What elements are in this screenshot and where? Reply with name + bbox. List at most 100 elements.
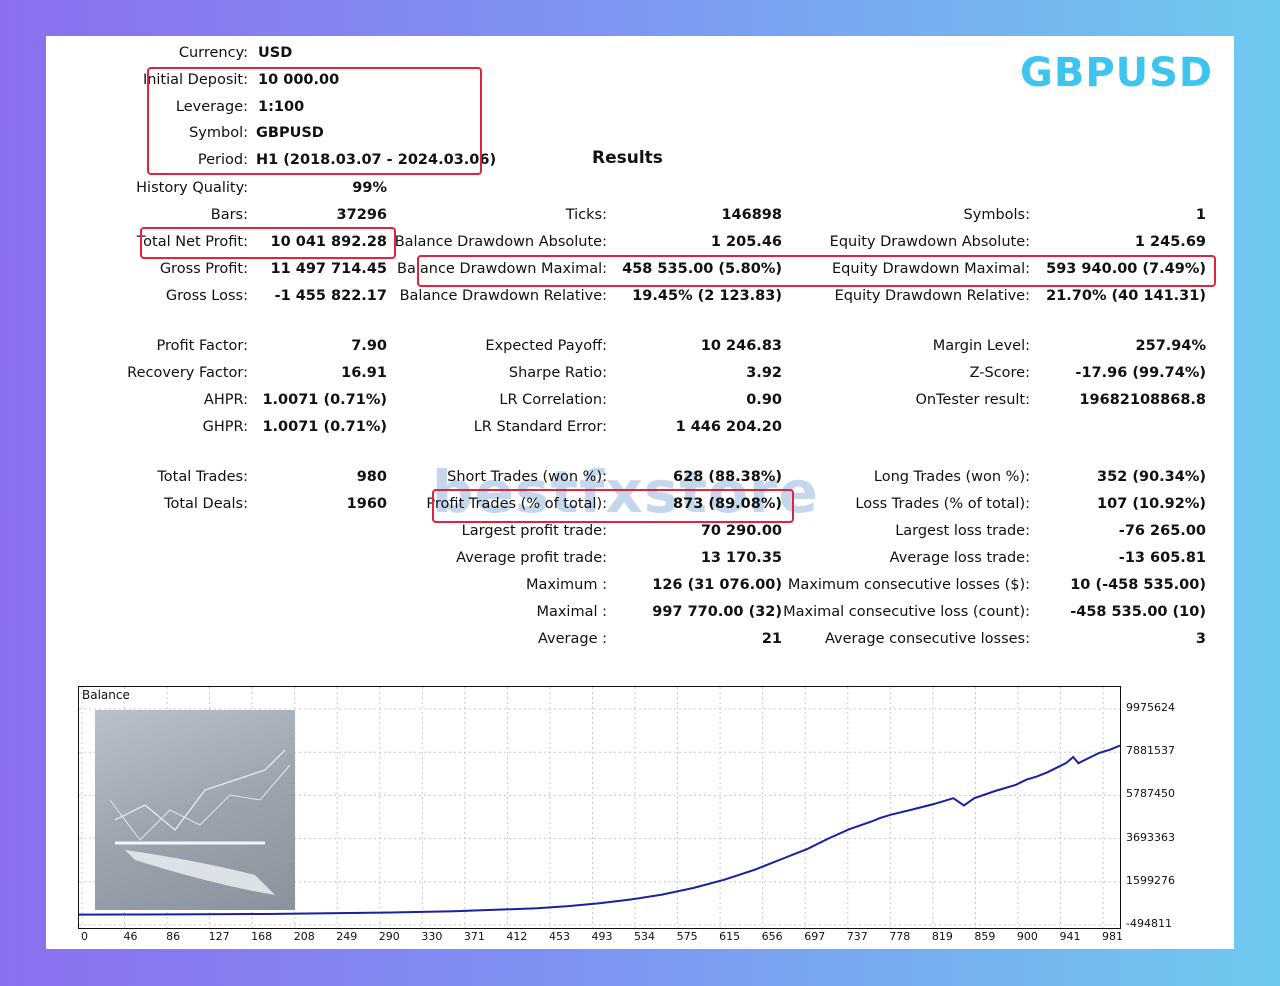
long-trades-value: 352 (90.34%)	[1097, 469, 1206, 485]
gross-profit-label: Gross Profit:	[159, 261, 248, 277]
x-tick-label: 493	[591, 930, 613, 943]
max-consecutive-wins-value: 126 (31 076.00)	[652, 577, 782, 593]
maximal-consecutive-loss-label: Maximal consecutive loss (count):	[783, 604, 1030, 620]
long-trades-label: Long Trades (won %):	[873, 469, 1030, 485]
largest-profit-trade-label: Largest profit trade:	[461, 523, 607, 539]
expected-payoff-value: 10 246.83	[700, 338, 782, 354]
average-consecutive-wins-value: 21	[761, 631, 782, 647]
lr-correlation-label: LR Correlation:	[499, 392, 607, 408]
recovery-factor-value: 16.91	[341, 365, 387, 381]
gross-loss-label: Gross Loss:	[165, 288, 248, 304]
margin-level-value: 257.94%	[1135, 338, 1206, 354]
x-tick-label: 981	[1102, 930, 1123, 943]
max-consecutive-wins-label: Maximum :	[526, 577, 607, 593]
gross-profit-value: 11 497 714.45	[270, 261, 388, 277]
ghpr-label: GHPR:	[202, 419, 248, 435]
average-loss-trade-value: -13 605.81	[1118, 550, 1206, 566]
x-tick-label: 615	[719, 930, 741, 943]
z-score-label: Z-Score:	[969, 365, 1030, 381]
margin-level-label: Margin Level:	[932, 338, 1030, 354]
ahpr-value: 1.0071 (0.71%)	[262, 392, 387, 408]
symbols-value: 1	[1195, 207, 1206, 223]
y-tick-label: -494811	[1126, 917, 1172, 930]
lr-correlation-value: 0.90	[746, 392, 782, 408]
average-consecutive-wins-label: Average :	[537, 631, 607, 647]
x-tick-label: 941	[1059, 930, 1081, 943]
max-consecutive-losses-label: Maximum consecutive losses ($):	[787, 577, 1030, 593]
sharpe-ratio-label: Sharpe Ratio:	[508, 365, 607, 381]
average-profit-trade-label: Average profit trade:	[456, 550, 607, 566]
y-tick-label: 9975624	[1126, 701, 1175, 714]
currency-label: Currency:	[178, 45, 248, 61]
x-tick-label: 819	[931, 930, 953, 943]
average-loss-trade-label: Average loss trade:	[889, 550, 1030, 566]
drawdown-maximal-highlight-box	[417, 255, 1216, 287]
y-tick-label: 1599276	[1126, 873, 1175, 887]
net-profit-highlight-box	[140, 227, 396, 259]
x-tick-label: 697	[804, 930, 826, 943]
profit-factor-value: 7.90	[351, 338, 387, 354]
history-quality-label: History Quality:	[136, 180, 248, 196]
maximal-consecutive-profit-value: 997 770.00 (32)	[652, 604, 782, 620]
equity-dd-relative-label: Equity Drawdown Relative:	[834, 288, 1030, 304]
x-tick-label: 0	[81, 930, 88, 943]
max-consecutive-losses-value: 10 (-458 535.00)	[1070, 577, 1206, 593]
equity-dd-absolute-value: 1 245.69	[1134, 234, 1206, 250]
symbols-label: Symbols:	[963, 207, 1030, 223]
x-tick-label: 127	[208, 930, 230, 943]
average-profit-trade-value: 13 170.35	[700, 550, 782, 566]
history-quality-value: 99%	[352, 180, 387, 196]
sharpe-ratio-value: 3.92	[746, 365, 782, 381]
settings-highlight-box	[147, 67, 482, 175]
ticks-label: Ticks:	[565, 207, 607, 223]
x-tick-label: 575	[676, 930, 698, 943]
chart-title: Balance	[82, 688, 130, 702]
x-tick-label: 208	[293, 930, 315, 943]
x-tick-label: 86	[166, 930, 181, 943]
loss-trades-label: Loss Trades (% of total):	[855, 496, 1030, 512]
balance-dd-relative-value: 19.45% (2 123.83)	[632, 288, 782, 304]
largest-loss-trade-value: -76 265.00	[1118, 523, 1206, 539]
equity-dd-relative-value: 21.70% (40 141.31)	[1046, 288, 1206, 304]
profit-factor-label: Profit Factor:	[156, 338, 248, 354]
bars-value: 37296	[336, 207, 387, 223]
ghpr-value: 1.0071 (0.71%)	[262, 419, 387, 435]
recovery-factor-label: Recovery Factor:	[127, 365, 248, 381]
x-tick-label: 330	[421, 930, 443, 943]
currency-value: USD	[258, 45, 293, 61]
total-deals-value: 1960	[346, 496, 387, 512]
y-tick-label: 3693363	[1126, 830, 1175, 844]
y-tick-label: 7881537	[1126, 744, 1175, 758]
x-tick-label: 778	[889, 930, 911, 943]
ticks-value: 146898	[721, 207, 782, 223]
balance-dd-relative-label: Balance Drawdown Relative:	[399, 288, 607, 304]
lr-standard-error-label: LR Standard Error:	[473, 419, 607, 435]
largest-profit-trade-value: 70 290.00	[700, 523, 782, 539]
profit-trades-highlight-box	[432, 489, 794, 523]
x-tick-label: 168	[251, 930, 273, 943]
total-trades-label: Total Trades:	[157, 469, 248, 485]
x-tick-label: 249	[336, 930, 358, 943]
results-title: Results	[592, 148, 663, 168]
equity-dd-absolute-label: Equity Drawdown Absolute:	[829, 234, 1030, 250]
expected-payoff-label: Expected Payoff:	[485, 338, 607, 354]
x-tick-label: 290	[378, 930, 400, 943]
short-trades-value: 628 (88.38%)	[673, 469, 782, 485]
thumbnail-graphic	[109, 749, 291, 895]
average-consecutive-losses-label: Average consecutive losses:	[824, 631, 1030, 647]
decorative-thumbnail	[95, 710, 295, 910]
x-tick-label: 900	[1016, 930, 1038, 943]
bars-label: Bars:	[210, 207, 248, 223]
x-tick-label: 412	[506, 930, 528, 943]
x-tick-label: 453	[548, 930, 570, 943]
x-tick-label: 534	[634, 930, 656, 943]
ontester-result-value: 19682108868.8	[1079, 392, 1206, 408]
ontester-result-label: OnTester result:	[915, 392, 1030, 408]
loss-trades-value: 107 (10.92%)	[1097, 496, 1206, 512]
x-tick-label: 737	[846, 930, 868, 943]
total-trades-value: 980	[356, 469, 387, 485]
symbol-title: GBPUSD	[1020, 50, 1214, 96]
average-consecutive-losses-value: 3	[1195, 631, 1206, 647]
x-tick-label: 46	[123, 930, 138, 943]
x-tick-label: 656	[761, 930, 783, 943]
